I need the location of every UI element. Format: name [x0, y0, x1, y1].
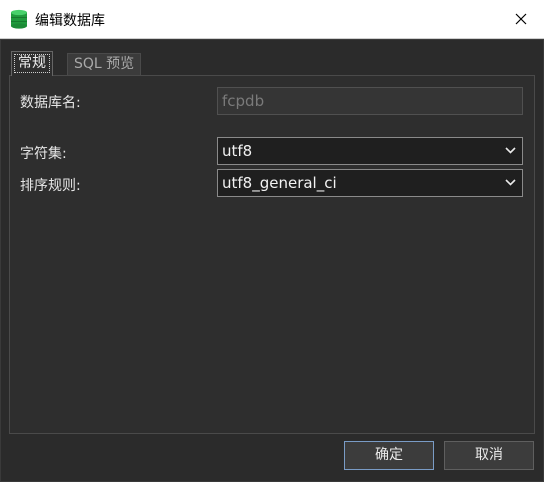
tab-general[interactable]: 常规 — [11, 51, 53, 76]
window-title: 编辑数据库 — [35, 13, 105, 29]
db-name-field: fcpdb — [217, 87, 523, 115]
charset-value: utf8 — [222, 142, 253, 160]
db-name-value: fcpdb — [222, 92, 265, 110]
charset-select[interactable]: utf8 — [217, 137, 523, 165]
cancel-button[interactable]: 取消 — [444, 441, 534, 470]
chevron-down-icon — [505, 147, 516, 154]
database-icon — [11, 9, 27, 29]
tab-sql-preview-label: SQL 预览 — [74, 56, 135, 72]
general-panel: 数据库名: fcpdb 字符集: utf8 排序规则: utf8_general… — [9, 75, 535, 434]
db-name-label: 数据库名: — [20, 95, 81, 111]
dialog-content: 常规 SQL 预览 数据库名: fcpdb 字符集: utf8 排序规则: ut… — [0, 39, 544, 482]
title-bar: 编辑数据库 — [0, 0, 544, 39]
close-button[interactable] — [498, 0, 544, 38]
tab-sql-preview[interactable]: SQL 预览 — [67, 53, 142, 75]
ok-button[interactable]: 确定 — [344, 441, 434, 470]
collation-select[interactable]: utf8_general_ci — [217, 169, 523, 197]
chevron-down-icon — [505, 179, 516, 186]
collation-value: utf8_general_ci — [222, 174, 337, 192]
charset-label: 字符集: — [20, 146, 67, 162]
tab-general-label: 常规 — [18, 55, 46, 71]
collation-label: 排序规则: — [20, 178, 81, 194]
close-icon — [515, 13, 527, 25]
